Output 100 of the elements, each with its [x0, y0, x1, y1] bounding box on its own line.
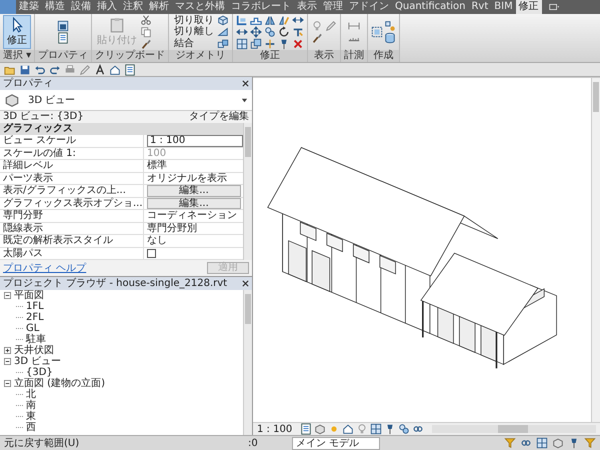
minimize-ribbon-icon[interactable] [548, 1, 560, 13]
ribbon-tab[interactable]: Rvt [468, 0, 492, 14]
collapse-icon[interactable] [4, 358, 11, 365]
brush-icon[interactable] [311, 32, 324, 44]
property-name: 太陽パス [0, 248, 144, 259]
grid-icon[interactable] [370, 423, 382, 435]
tree-item[interactable]: 3D ビュー [14, 356, 62, 367]
property-value[interactable]: 専門分野別 [147, 222, 197, 234]
property-value[interactable]: なし [147, 235, 167, 246]
cylinder-icon[interactable] [384, 32, 396, 44]
ribbon-tab[interactable]: アドイン [346, 0, 392, 14]
ribbon-tab[interactable]: BIM [491, 0, 516, 14]
model-dropdown[interactable]: メイン モデル [292, 436, 380, 450]
double-arrow-icon[interactable] [236, 26, 248, 38]
box-icon[interactable] [217, 14, 230, 26]
tree-item[interactable]: 南 [26, 400, 36, 411]
view-scale[interactable]: 1 : 100 [257, 424, 292, 434]
window-icon[interactable] [57, 20, 70, 32]
circles-icon[interactable] [398, 423, 410, 435]
ribbon-tab[interactable]: コラボレート [228, 0, 294, 14]
printer-icon[interactable] [64, 64, 76, 76]
panel-label[interactable]: 選択 ▾ [0, 50, 34, 62]
tree-item[interactable]: 立面図 (建物の立面) [14, 378, 105, 389]
tree-item[interactable]: 東 [26, 411, 36, 422]
ribbon-tab[interactable]: 注釈 [120, 0, 146, 14]
brush-icon[interactable] [140, 38, 152, 50]
scissors-icon[interactable] [140, 14, 152, 26]
rotate-icon[interactable] [278, 26, 290, 38]
property-value[interactable]: 標準 [147, 160, 167, 172]
move-icon[interactable] [250, 26, 262, 38]
ribbon-tab[interactable]: Quantification [392, 0, 468, 14]
cubes-icon[interactable] [217, 38, 230, 50]
edit-button[interactable]: 編集... [147, 198, 241, 209]
collapse-icon[interactable] [4, 380, 11, 387]
property-name: 隠線表示 [0, 222, 144, 234]
tree-item[interactable]: 平面図 [14, 290, 44, 301]
ribbon-tab[interactable]: 構造 [42, 0, 68, 14]
funnel-icon[interactable] [504, 437, 516, 449]
edit-type-button[interactable]: タイプを編集 [189, 111, 249, 123]
grid-icon[interactable] [236, 38, 248, 50]
dimension-icon[interactable] [348, 20, 360, 32]
tree-item[interactable]: 2FL [26, 312, 44, 323]
tree-item[interactable]: 西 [26, 422, 36, 433]
modify-button[interactable]: 修正 [3, 15, 31, 49]
scrollbar[interactable] [243, 123, 252, 260]
property-value[interactable]: オリジナルを表示 [147, 172, 227, 184]
group-header[interactable]: グラフィックス [0, 123, 243, 135]
cross-icon[interactable] [292, 38, 304, 50]
tree-item[interactable]: 1FL [26, 301, 44, 312]
wedge-icon[interactable] [217, 26, 230, 38]
tree-item[interactable]: GL [26, 323, 40, 334]
selection-count: :0 [248, 438, 259, 448]
collapse-icon[interactable] [4, 292, 11, 299]
double-arrow-icon[interactable] [292, 14, 304, 26]
help-link[interactable]: プロパティ ヘルプ [3, 261, 86, 275]
edit-button[interactable]: 編集... [147, 185, 241, 196]
funnel-icon[interactable] [584, 437, 596, 449]
undo-icon[interactable] [34, 64, 46, 76]
sheet-icon[interactable] [300, 423, 312, 435]
sheet-icon[interactable] [57, 32, 70, 44]
save-icon[interactable] [19, 64, 31, 76]
checkbox[interactable] [147, 248, 156, 258]
scale-icon[interactable] [250, 38, 262, 50]
tree-item[interactable]: 天井伏図 [14, 345, 54, 356]
ribbon-tab[interactable]: 修正 [516, 0, 542, 14]
ribbon-tab[interactable]: 表示 [294, 0, 320, 14]
geometry-button[interactable]: 切り取り [172, 14, 216, 26]
parts-icon[interactable] [384, 20, 396, 32]
grid-icon[interactable] [536, 437, 548, 449]
bracket-icon[interactable] [236, 14, 248, 26]
group-icon[interactable] [371, 26, 384, 38]
panel-title: プロパティ [3, 77, 53, 90]
redo-icon[interactable] [49, 64, 61, 76]
circles-icon[interactable] [264, 26, 276, 38]
close-icon[interactable] [242, 80, 249, 87]
ribbon-tab[interactable]: マスと外構 [172, 0, 228, 14]
instance-filter-dropdown[interactable]: 3D ビュー: {3D} [3, 111, 84, 123]
pencil-icon[interactable] [325, 20, 338, 32]
text-icon[interactable] [94, 64, 106, 76]
geometry-button[interactable]: 結合 [172, 38, 216, 50]
expand-icon[interactable] [4, 347, 11, 354]
tree-item[interactable]: {3D} [26, 367, 53, 378]
scrollbar[interactable] [243, 290, 252, 435]
scrollbar[interactable] [432, 425, 596, 433]
tree-item[interactable]: 北 [26, 389, 36, 400]
panel-label: 計測 [341, 50, 368, 62]
copy-icon[interactable] [140, 26, 152, 38]
scrollbar[interactable] [591, 78, 600, 422]
ribbon-tab[interactable]: 設備 [68, 0, 94, 14]
geometry-button[interactable]: 切り離し [172, 26, 216, 38]
ribbon-tab[interactable]: 挿入 [94, 0, 120, 14]
sheet-icon[interactable] [124, 64, 136, 76]
ribbon-tab[interactable]: 建築 [16, 0, 42, 14]
ribbon-tab[interactable]: 解析 [146, 0, 172, 14]
property-value[interactable]: コーディネーション [147, 210, 237, 222]
property-input[interactable]: 1 : 100 [147, 135, 243, 146]
tree-item[interactable]: 駐車 [26, 334, 46, 345]
close-icon[interactable] [242, 280, 249, 287]
type-selector[interactable]: 3D ビュー [0, 90, 252, 111]
ribbon-tab[interactable]: 管理 [320, 0, 346, 14]
